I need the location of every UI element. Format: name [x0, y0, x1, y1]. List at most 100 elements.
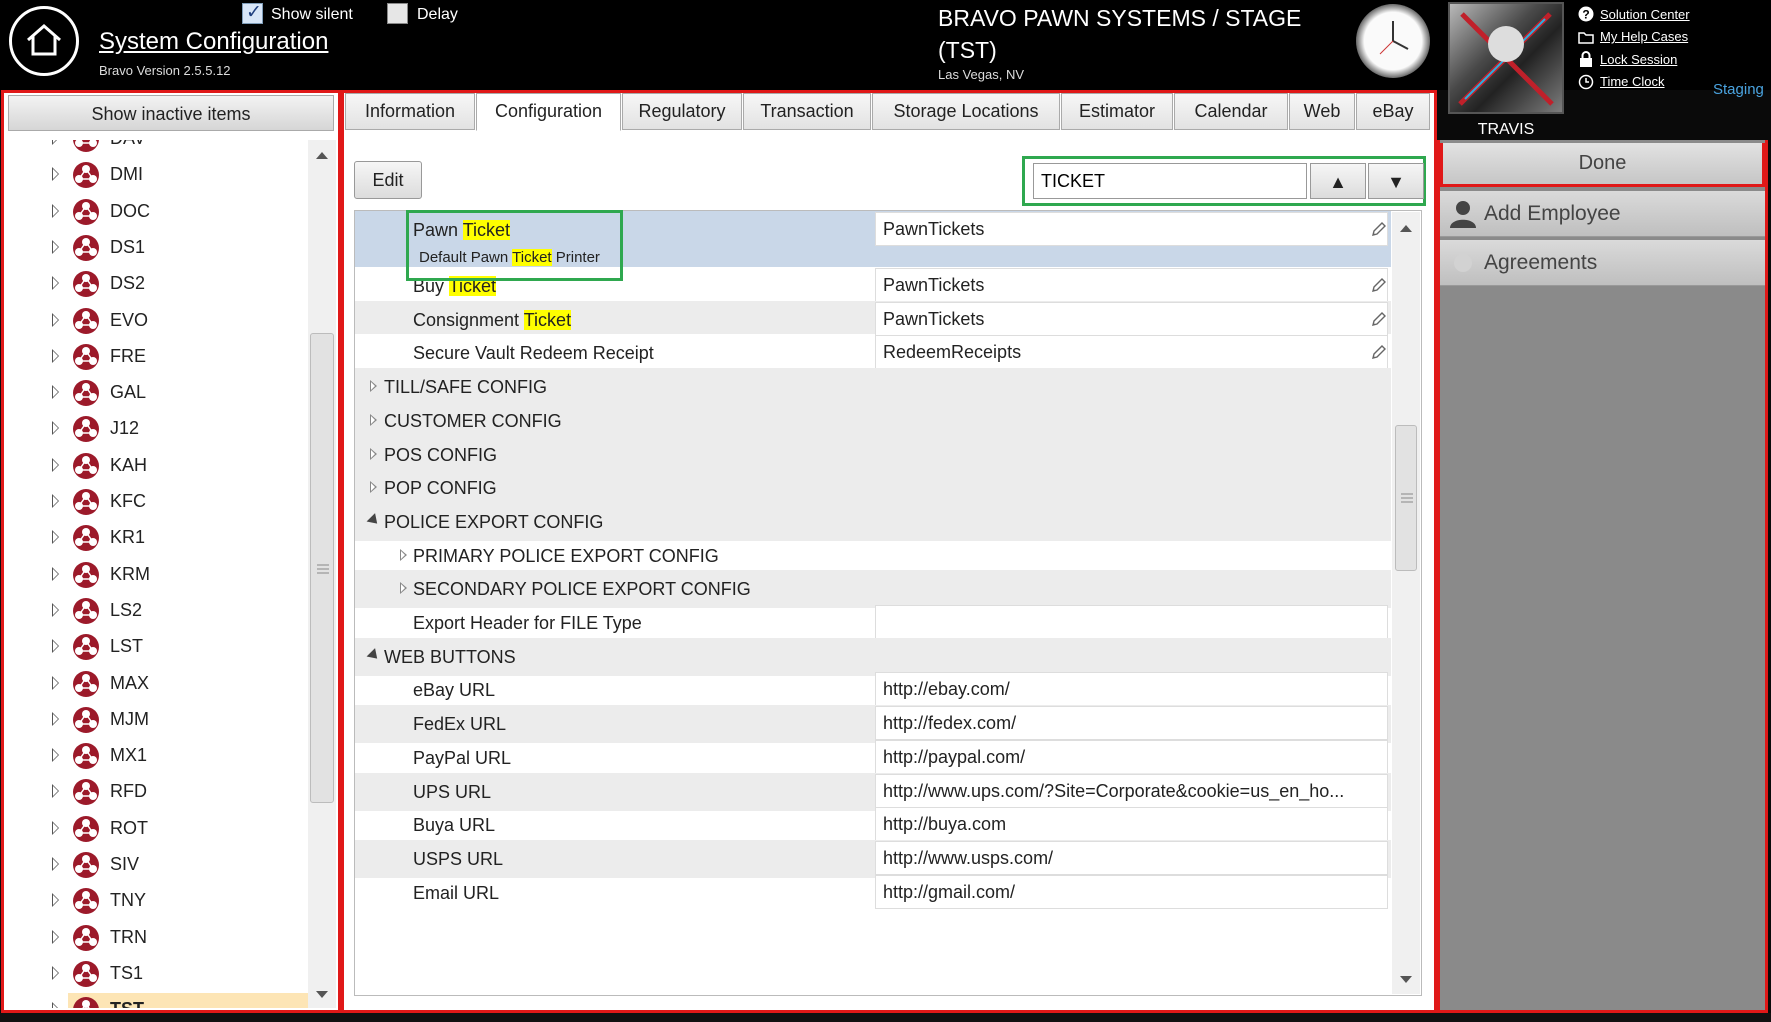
tree-item-kah[interactable]: KAH — [4, 449, 309, 483]
edit-pencil-icon[interactable] — [1370, 310, 1386, 328]
expand-arrow-icon[interactable] — [52, 276, 59, 291]
collapse-arrow-icon[interactable] — [366, 512, 382, 528]
tab-information[interactable]: Information — [345, 93, 475, 130]
tree-item-max[interactable]: MAX — [4, 667, 309, 701]
expand-arrow-icon[interactable] — [52, 239, 59, 254]
tree-item-ls2[interactable]: LS2 — [4, 594, 309, 628]
tab-configuration[interactable]: Configuration — [476, 93, 621, 131]
scroll-up-icon[interactable] — [308, 145, 336, 165]
setting-row[interactable]: USPS URL http://www.usps.com/ — [355, 839, 1391, 878]
expand-arrow-icon[interactable] — [370, 380, 377, 393]
expand-arrow-icon[interactable] — [52, 167, 59, 182]
store-tree-scrollbar[interactable] — [308, 140, 336, 1008]
expand-arrow-icon[interactable] — [52, 457, 59, 472]
setting-row[interactable]: FedEx URL http://fedex.com/ — [355, 705, 1391, 744]
expand-arrow-icon[interactable] — [400, 548, 407, 561]
expand-arrow-icon[interactable] — [52, 784, 59, 799]
tree-item-fre[interactable]: FRE — [4, 340, 309, 374]
agreements-button[interactable]: Agreements — [1440, 240, 1765, 286]
edit-pencil-icon[interactable] — [1370, 220, 1386, 238]
expand-arrow-icon[interactable] — [52, 929, 59, 944]
tree-item-kfc[interactable]: KFC — [4, 485, 309, 519]
tree-item-mx1[interactable]: MX1 — [4, 739, 309, 773]
expand-arrow-icon[interactable] — [52, 602, 59, 617]
setting-row[interactable]: Export Header for FILE Type — [355, 604, 1391, 642]
my-help-cases-link[interactable]: My Help Cases — [1578, 26, 1690, 49]
tree-item-rot[interactable]: ROT — [4, 812, 309, 846]
tab-transaction[interactable]: Transaction — [743, 93, 871, 130]
tree-item-siv[interactable]: SIV — [4, 848, 309, 882]
tab-regulatory[interactable]: Regulatory — [622, 93, 742, 130]
add-employee-button[interactable]: Add Employee — [1440, 191, 1765, 237]
setting-value[interactable]: http://www.usps.com/ — [875, 840, 1388, 875]
delay-checkbox[interactable] — [387, 3, 408, 24]
tab-ebay[interactable]: eBay — [1356, 93, 1430, 130]
tab-storage-locations[interactable]: Storage Locations — [872, 93, 1060, 130]
tree-item-ds2[interactable]: DS2 — [4, 267, 309, 301]
expand-arrow-icon[interactable] — [52, 530, 59, 545]
setting-row[interactable]: Buya URL http://buya.com — [355, 806, 1391, 844]
config-group-row[interactable]: TILL/SAFE CONFIG — [355, 368, 1391, 407]
edit-pencil-icon[interactable] — [1370, 343, 1386, 361]
tree-item-dav[interactable]: DAV — [4, 140, 309, 156]
expand-arrow-icon[interactable] — [52, 639, 59, 654]
expand-arrow-icon[interactable] — [52, 312, 59, 327]
scrollbar-thumb[interactable] — [310, 333, 334, 803]
expand-arrow-icon[interactable] — [52, 494, 59, 508]
tree-item-trn[interactable]: TRN — [4, 921, 309, 955]
tree-item-krm[interactable]: KRM — [4, 558, 309, 592]
expand-arrow-icon[interactable] — [52, 1002, 59, 1008]
config-group-row[interactable]: POP CONFIG — [355, 469, 1391, 508]
expand-arrow-icon[interactable] — [370, 413, 377, 426]
tree-item-doc[interactable]: DOC — [4, 195, 309, 229]
done-button[interactable]: Done — [1440, 143, 1765, 187]
expand-arrow-icon[interactable] — [52, 385, 59, 400]
app-title[interactable]: System Configuration — [99, 28, 328, 56]
setting-value[interactable]: PawnTickets — [875, 268, 1388, 302]
expand-arrow-icon[interactable] — [52, 893, 59, 908]
setting-value[interactable]: PawnTickets — [875, 212, 1388, 246]
tree-item-rfd[interactable]: RFD — [4, 775, 309, 809]
expand-arrow-icon[interactable] — [52, 857, 59, 871]
expand-arrow-icon[interactable] — [370, 481, 377, 494]
config-subgroup-row[interactable]: SECONDARY POLICE EXPORT CONFIG — [355, 570, 1391, 609]
search-previous-button[interactable]: ▲ — [1310, 163, 1366, 199]
setting-value[interactable]: http://paypal.com/ — [875, 739, 1388, 774]
setting-row[interactable]: Secure Vault Redeem Receipt RedeemReceipt… — [355, 334, 1391, 370]
tab-web[interactable]: Web — [1289, 93, 1355, 130]
expand-arrow-icon[interactable] — [52, 140, 59, 145]
scrollbar-thumb[interactable] — [1395, 425, 1417, 571]
tree-item-gal[interactable]: GAL — [4, 376, 309, 410]
search-next-button[interactable]: ▼ — [1368, 163, 1424, 199]
home-icon[interactable] — [9, 6, 79, 76]
user-avatar[interactable] — [1448, 2, 1564, 114]
tree-item-mjm[interactable]: MJM — [4, 703, 309, 737]
setting-row[interactable]: Consignment Ticket PawnTickets — [355, 300, 1391, 336]
tree-item-lst[interactable]: LST — [4, 630, 309, 664]
tab-calendar[interactable]: Calendar — [1174, 93, 1288, 130]
tree-item-j12[interactable]: J12 — [4, 412, 309, 446]
scroll-down-icon[interactable] — [308, 985, 336, 1005]
config-group-row[interactable]: POS CONFIG — [355, 435, 1391, 474]
expand-arrow-icon[interactable] — [52, 421, 59, 436]
setting-value[interactable]: http://ebay.com/ — [875, 672, 1388, 707]
collapse-arrow-icon[interactable] — [366, 647, 382, 663]
scroll-down-icon[interactable] — [1392, 970, 1420, 990]
tree-item-kr1[interactable]: KR1 — [4, 521, 309, 555]
expand-arrow-icon[interactable] — [52, 711, 59, 726]
setting-value[interactable]: RedeemReceipts — [875, 335, 1388, 370]
expand-arrow-icon[interactable] — [52, 675, 59, 690]
edit-pencil-icon[interactable] — [1370, 276, 1386, 294]
config-subgroup-row[interactable]: PRIMARY POLICE EXPORT CONFIG — [355, 537, 1391, 575]
setting-value[interactable]: http://buya.com — [875, 807, 1388, 842]
config-grid-scrollbar[interactable] — [1392, 212, 1420, 994]
search-input[interactable] — [1033, 163, 1307, 199]
setting-value[interactable]: http://gmail.com/ — [875, 874, 1388, 909]
expand-arrow-icon[interactable] — [370, 447, 377, 460]
setting-value[interactable]: PawnTickets — [875, 301, 1388, 336]
expand-arrow-icon[interactable] — [52, 566, 59, 581]
tab-estimator[interactable]: Estimator — [1061, 93, 1173, 130]
setting-row[interactable]: eBay URL http://ebay.com/ — [355, 671, 1391, 709]
setting-row[interactable]: UPS URL http://www.ups.com/?Site=Corporat… — [355, 772, 1391, 811]
tree-item-tst[interactable]: TST — [4, 993, 309, 1008]
